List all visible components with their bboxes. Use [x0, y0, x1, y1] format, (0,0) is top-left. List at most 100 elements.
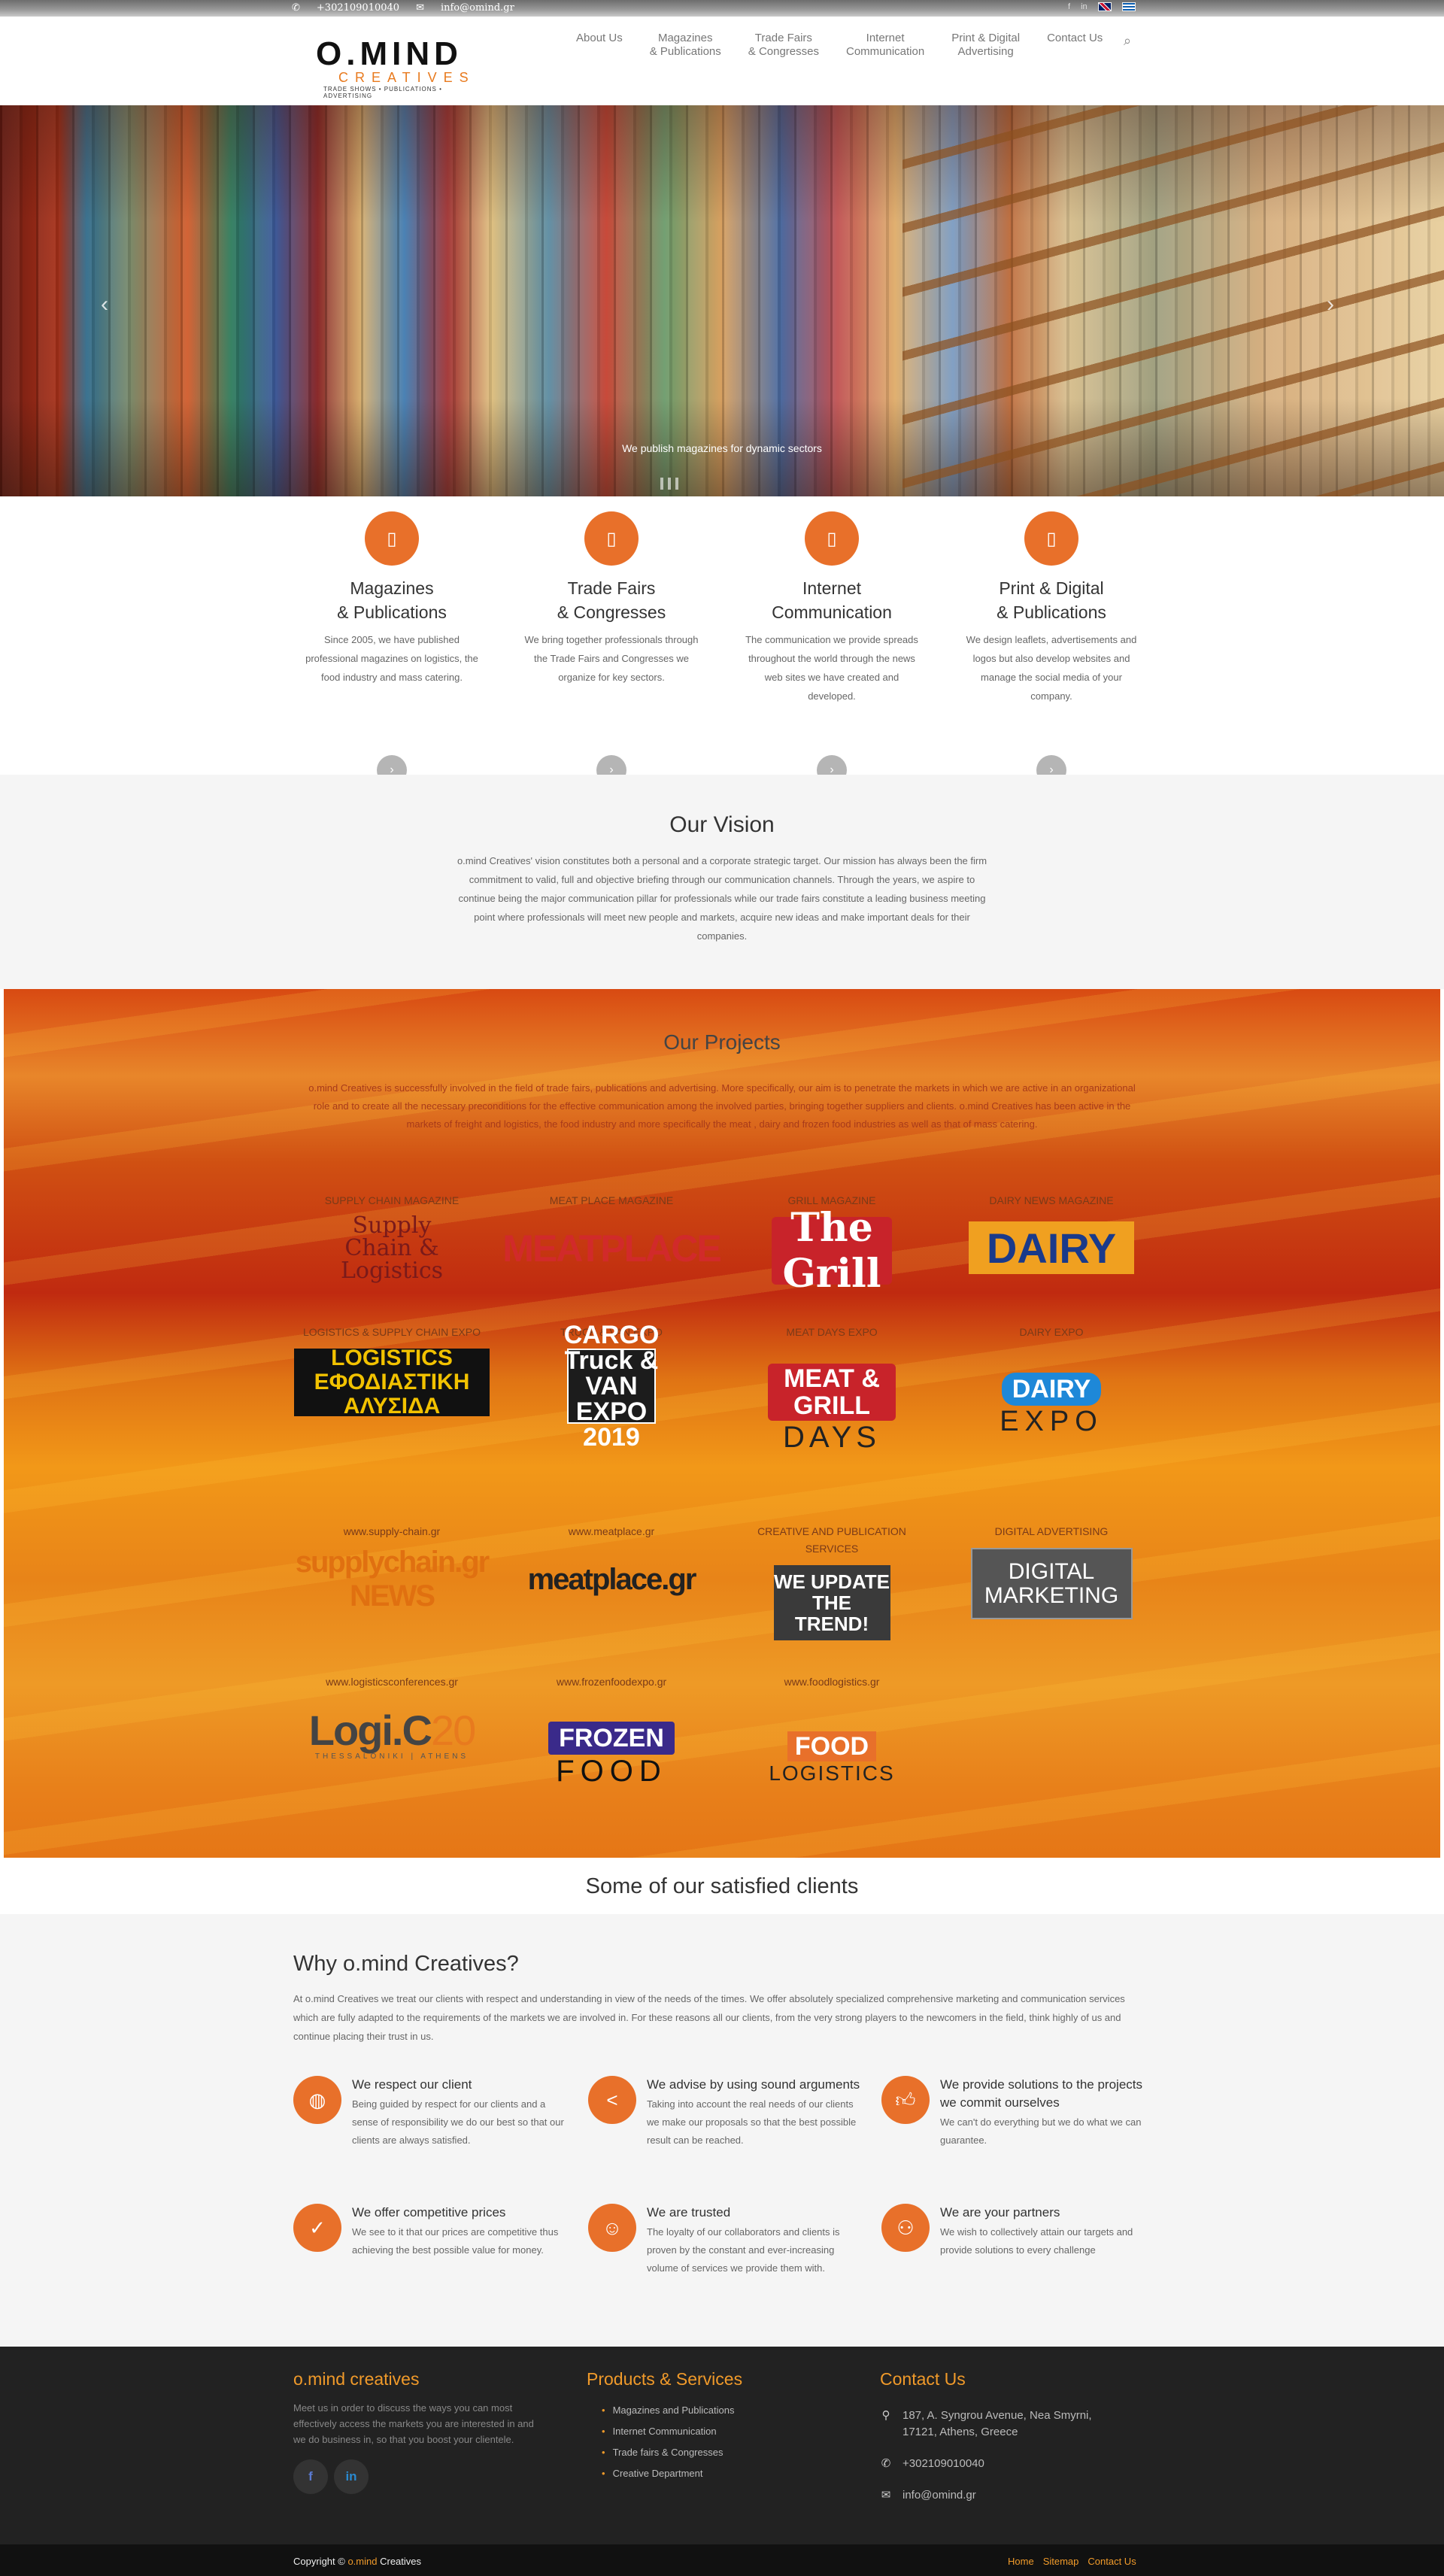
footer-link-contact[interactable]: Contact Us [1088, 2556, 1136, 2567]
facebook-icon[interactable]: f [293, 2459, 328, 2494]
footer-contact: Contact Us ⚲ 187, A. Syngrou Avenue, Nea… [880, 2369, 1121, 2504]
nav-print-digital[interactable]: Print & Digital Advertising [938, 32, 1033, 59]
footer-phone[interactable]: +302109010040 [902, 2456, 984, 2472]
flag-gr-icon[interactable] [1121, 2, 1136, 11]
why-intro: At o.mind Creatives we treat our clients… [293, 1993, 1125, 2042]
linkedin-icon[interactable]: in [1081, 2, 1088, 11]
feature-text: We see to it that our prices are competi… [352, 2226, 559, 2256]
dairy-badge: DAIRY [1001, 1373, 1102, 1406]
clients-section: Some of our satisfied clients [0, 1858, 1444, 1914]
project-logo: MEAT & GRILL DAYS [768, 1364, 896, 1454]
project-label: www.frozenfoodexpo.gr [556, 1676, 667, 1688]
footer-link-sitemap[interactable]: Sitemap [1043, 2556, 1079, 2567]
book-icon[interactable]: ▯ [365, 511, 419, 566]
footer-product-link[interactable]: Magazines and Publications [587, 2400, 742, 2421]
project-logo: meatplace.gr [527, 1562, 697, 1596]
project-frozen-food-expo[interactable]: www.frozenfoodexpo.gr FROZEN FOOD [517, 1673, 705, 1789]
site-logo[interactable]: O.MIND CREATIVES TRADE SHOWS • PUBLICATI… [316, 38, 489, 100]
nav-trade-fairs[interactable]: Trade Fairs & Congresses [735, 32, 833, 59]
service-print-digital: ▯ Print & Digital & Publications We desi… [950, 511, 1153, 785]
project-creative-services[interactable]: CREATIVE AND PUBLICATION SERVICES WE UPD… [738, 1523, 926, 1640]
service-title: Internet Communication [772, 578, 892, 622]
slider-next-icon[interactable]: › [1327, 292, 1334, 317]
footer-link-home[interactable]: Home [1008, 2556, 1034, 2567]
project-logo: MEATPLACE [502, 1227, 721, 1270]
why-title: Why o.mind Creatives? [293, 1952, 519, 1976]
project-supply-chain-site[interactable]: www.supply-chain.gr supplychain.gr NEWS [296, 1523, 490, 1613]
footer-address-row: ⚲ 187, A. Syngrou Avenue, Nea Smyrni, 17… [880, 2408, 1121, 2441]
project-label: www.meatplace.gr [568, 1525, 655, 1537]
email-icon: ✉ [881, 2489, 891, 2502]
footer-products-title: Products & Services [587, 2369, 743, 2389]
project-label: www.supply-chain.gr [343, 1525, 441, 1537]
days-text: DAYS [783, 1421, 881, 1454]
footer-about-title: o.mind creatives [293, 2369, 420, 2389]
feature-title: We offer competitive prices [352, 2205, 506, 2219]
project-meat-days-expo[interactable]: MEAT DAYS EXPO MEAT & GRILL DAYS [738, 1324, 926, 1454]
footer-email[interactable]: info@omind.gr [902, 2487, 976, 2504]
food-text: FOOD [556, 1755, 667, 1788]
top-email[interactable]: info@omind.gr [441, 2, 514, 14]
project-label: www.logisticsconferences.gr [326, 1676, 458, 1688]
logic-logo: Logi.C20 [308, 1707, 476, 1754]
slider-pagination[interactable] [660, 478, 678, 490]
hero-image [902, 105, 1444, 496]
service-text: We design leaflets, advertisements and l… [966, 634, 1137, 702]
project-logo: DIGITAL MARKETING [970, 1548, 1133, 1619]
feature-text: Being guided by respect for our clients … [352, 2098, 564, 2146]
footer-about: o.mind creatives Meet us in order to dis… [293, 2369, 534, 2494]
location-pin-icon: ⚲ [881, 2409, 890, 2422]
people-icon: ⚇ [881, 2204, 930, 2252]
phone-icon: ✆ [292, 2, 300, 14]
book-icon[interactable]: ▯ [1024, 511, 1078, 566]
slider-prev-icon[interactable]: ‹ [101, 292, 108, 317]
top-phone[interactable]: +302109010040 [317, 2, 399, 14]
search-icon[interactable]: ⌕ [1124, 33, 1131, 49]
project-logo: LOGISTICS ΕΦΟΔΙΑΣΤΙΚΗ ΑΛΥΣΙΔΑ [294, 1346, 490, 1418]
food-badge: FOOD [787, 1731, 877, 1761]
project-digital-advertising[interactable]: DIGITAL ADVERTISING DIGITAL MARKETING [957, 1523, 1145, 1619]
footer-product-link[interactable]: Trade fairs & Congresses [587, 2442, 742, 2463]
book-icon[interactable]: ▯ [584, 511, 639, 566]
feature-text: We can't do everything but we do what we… [940, 2116, 1142, 2146]
project-truck-van-expo[interactable]: TRUCK & VAN EXPO CARGO Truck & VAN EXPO … [517, 1322, 705, 1450]
hero-slider: ‹ › We publish magazines for dynamic sec… [0, 105, 1444, 496]
project-dairy-expo[interactable]: DAIRY EXPO DAIRY EXPO [957, 1324, 1145, 1439]
vision-text: o.mind Creatives' vision constitutes bot… [457, 855, 987, 942]
project-logo: DAIRY [969, 1221, 1134, 1274]
project-label: CREATIVE AND PUBLICATION SERVICES [757, 1525, 906, 1555]
footer-product-link[interactable]: Creative Department [587, 2463, 742, 2484]
project-meatplace-site[interactable]: www.meatplace.gr meatplace.gr [517, 1523, 705, 1611]
top-bar: ✆ +302109010040 ✉ info@omind.gr f in [0, 0, 1444, 17]
project-meat-place-magazine[interactable]: MEAT PLACE MAGAZINE MEATPLACE [502, 1192, 721, 1280]
service-text: Since 2005, we have published profession… [305, 634, 478, 683]
copyright-brand[interactable]: o.mind [347, 2556, 377, 2567]
flag-uk-icon[interactable] [1097, 2, 1112, 11]
copyright-bar: Copyright © o.mind Creatives Home Sitema… [0, 2544, 1444, 2576]
project-logistics-expo[interactable]: LOGISTICS & SUPPLY CHAIN EXPO LOGISTICS … [294, 1324, 490, 1418]
nav-internet-communication[interactable]: Internet Communication [833, 32, 938, 59]
linkedin-icon[interactable]: in [334, 2459, 369, 2494]
project-supply-chain-magazine[interactable]: SUPPLY CHAIN MAGAZINE Supply Chain & Log… [298, 1192, 486, 1284]
projects-title: Our Projects [663, 1030, 781, 1054]
project-logo: Logi.C20 THESSALONIKI | ATHENS [298, 1698, 486, 1773]
book-icon[interactable]: ▯ [805, 511, 859, 566]
facebook-icon[interactable]: f [1068, 2, 1070, 11]
project-logistics-conferences[interactable]: www.logisticsconferences.gr Logi.C20 THE… [298, 1673, 486, 1773]
project-logo: Supply Chain & Logistics [340, 1212, 444, 1284]
project-label: MEAT PLACE MAGAZINE [549, 1194, 674, 1206]
service-title: Magazines & Publications [337, 578, 447, 622]
nav-magazines[interactable]: Magazines & Publications [636, 32, 735, 59]
footer-product-link[interactable]: Internet Communication [587, 2421, 742, 2442]
project-grill-magazine[interactable]: GRILL MAGAZINE The Grill [738, 1192, 926, 1297]
nav-contact-us[interactable]: Contact Us [1033, 32, 1116, 59]
services-section: ▯ Magazines & Publications Since 2005, w… [0, 496, 1444, 785]
top-contact: ✆ +302109010040 ✉ info@omind.gr [292, 2, 514, 14]
project-food-logistics[interactable]: www.foodlogistics.gr FOOD LOGISTICS [738, 1673, 926, 1789]
project-label: DAIRY EXPO [1019, 1326, 1084, 1338]
project-dairy-news-magazine[interactable]: DAIRY NEWS MAGAZINE DAIRY [957, 1192, 1145, 1274]
check-icon: ✓ [293, 2204, 341, 2252]
feature-text: We wish to collectively attain our targe… [940, 2226, 1133, 2256]
feature-title: We are trusted [647, 2205, 731, 2219]
nav-about-us[interactable]: About Us [563, 32, 636, 59]
